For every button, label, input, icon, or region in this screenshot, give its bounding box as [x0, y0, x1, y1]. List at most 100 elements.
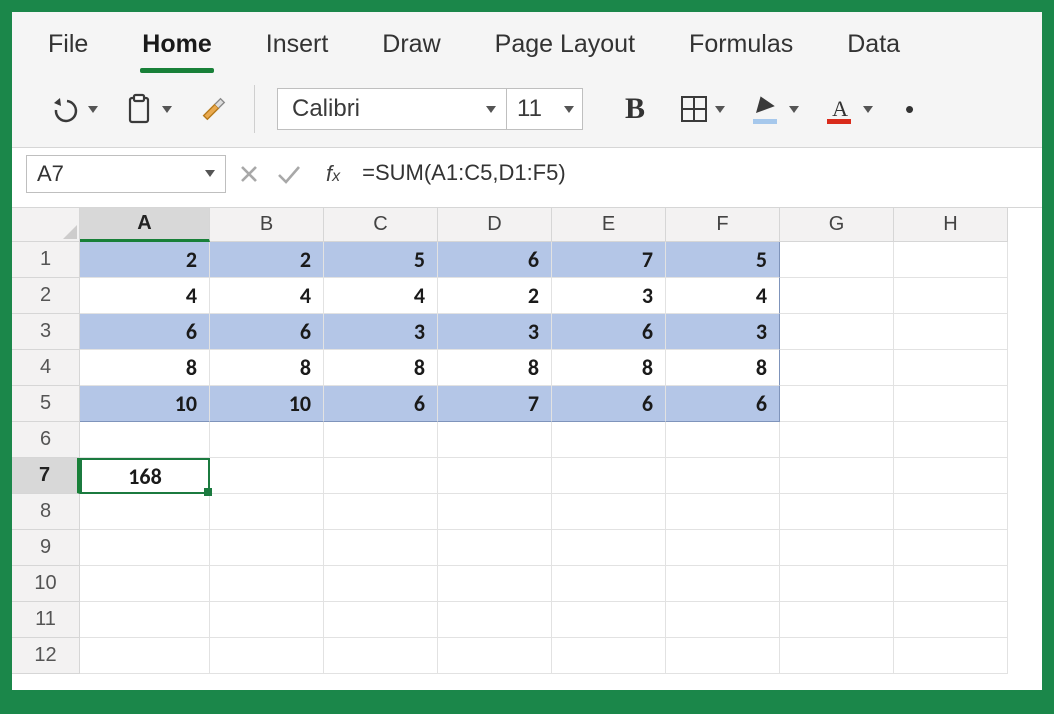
cell-H3[interactable]: [894, 314, 1008, 350]
cell-C5[interactable]: 6: [324, 386, 438, 422]
row-header-3[interactable]: 3: [12, 314, 80, 350]
cell-F10[interactable]: [666, 566, 780, 602]
tab-home[interactable]: Home: [140, 26, 213, 63]
cell-B2[interactable]: 4: [210, 278, 324, 314]
cell-D11[interactable]: [438, 602, 552, 638]
cell-G5[interactable]: [780, 386, 894, 422]
tab-formulas[interactable]: Formulas: [687, 26, 795, 63]
cell-H6[interactable]: [894, 422, 1008, 458]
col-header-B[interactable]: B: [210, 208, 324, 242]
row-header-1[interactable]: 1: [12, 242, 80, 278]
cell-H7[interactable]: [894, 458, 1008, 494]
cell-E4[interactable]: 8: [552, 350, 666, 386]
cell-A12[interactable]: [80, 638, 210, 674]
row-header-9[interactable]: 9: [12, 530, 80, 566]
cell-A10[interactable]: [80, 566, 210, 602]
cell-D4[interactable]: 8: [438, 350, 552, 386]
select-all-corner[interactable]: [12, 208, 80, 242]
cell-B8[interactable]: [210, 494, 324, 530]
accept-formula-icon[interactable]: [276, 163, 302, 185]
undo-button[interactable]: [46, 90, 102, 128]
cell-C4[interactable]: 8: [324, 350, 438, 386]
fx-icon[interactable]: fx: [326, 161, 340, 187]
cell-B1[interactable]: 2: [210, 242, 324, 278]
cell-F6[interactable]: [666, 422, 780, 458]
cell-G10[interactable]: [780, 566, 894, 602]
cancel-formula-icon[interactable]: [238, 163, 260, 185]
row-header-4[interactable]: 4: [12, 350, 80, 386]
cell-E12[interactable]: [552, 638, 666, 674]
cell-D5[interactable]: 7: [438, 386, 552, 422]
cell-F1[interactable]: 5: [666, 242, 780, 278]
cell-D1[interactable]: 6: [438, 242, 552, 278]
cell-A2[interactable]: 4: [80, 278, 210, 314]
cell-H11[interactable]: [894, 602, 1008, 638]
cell-F2[interactable]: 4: [666, 278, 780, 314]
cell-C7[interactable]: [324, 458, 438, 494]
col-header-F[interactable]: F: [666, 208, 780, 242]
tab-insert[interactable]: Insert: [264, 26, 331, 63]
cell-E8[interactable]: [552, 494, 666, 530]
font-name-select[interactable]: Calibri: [277, 88, 507, 130]
tab-page-layout[interactable]: Page Layout: [493, 26, 637, 63]
cell-D12[interactable]: [438, 638, 552, 674]
row-header-8[interactable]: 8: [12, 494, 80, 530]
col-header-C[interactable]: C: [324, 208, 438, 242]
cell-G4[interactable]: [780, 350, 894, 386]
cell-C11[interactable]: [324, 602, 438, 638]
cell-C9[interactable]: [324, 530, 438, 566]
cell-F3[interactable]: 3: [666, 314, 780, 350]
row-header-5[interactable]: 5: [12, 386, 80, 422]
cell-A7[interactable]: 168: [80, 458, 210, 494]
col-header-H[interactable]: H: [894, 208, 1008, 242]
cell-F7[interactable]: [666, 458, 780, 494]
cell-B10[interactable]: [210, 566, 324, 602]
cell-E6[interactable]: [552, 422, 666, 458]
cell-H12[interactable]: [894, 638, 1008, 674]
cell-A3[interactable]: 6: [80, 314, 210, 350]
col-header-E[interactable]: E: [552, 208, 666, 242]
cell-H2[interactable]: [894, 278, 1008, 314]
cell-G12[interactable]: [780, 638, 894, 674]
cell-H5[interactable]: [894, 386, 1008, 422]
cell-F8[interactable]: [666, 494, 780, 530]
paste-button[interactable]: [120, 90, 176, 128]
cell-B4[interactable]: 8: [210, 350, 324, 386]
cell-A9[interactable]: [80, 530, 210, 566]
cell-G8[interactable]: [780, 494, 894, 530]
cell-C8[interactable]: [324, 494, 438, 530]
row-header-6[interactable]: 6: [12, 422, 80, 458]
cell-C12[interactable]: [324, 638, 438, 674]
cell-F4[interactable]: 8: [666, 350, 780, 386]
cell-A1[interactable]: 2: [80, 242, 210, 278]
more-icon[interactable]: •: [895, 94, 914, 125]
cell-B7[interactable]: [210, 458, 324, 494]
cell-D6[interactable]: [438, 422, 552, 458]
cell-B9[interactable]: [210, 530, 324, 566]
cell-G6[interactable]: [780, 422, 894, 458]
cell-C3[interactable]: 3: [324, 314, 438, 350]
cell-F12[interactable]: [666, 638, 780, 674]
cell-G9[interactable]: [780, 530, 894, 566]
cell-E1[interactable]: 7: [552, 242, 666, 278]
cell-B11[interactable]: [210, 602, 324, 638]
cell-G7[interactable]: [780, 458, 894, 494]
cell-A11[interactable]: [80, 602, 210, 638]
font-size-select[interactable]: 11: [507, 88, 583, 130]
cell-B12[interactable]: [210, 638, 324, 674]
format-painter-button[interactable]: [194, 90, 232, 128]
cell-H1[interactable]: [894, 242, 1008, 278]
cell-G2[interactable]: [780, 278, 894, 314]
cell-H9[interactable]: [894, 530, 1008, 566]
cell-E10[interactable]: [552, 566, 666, 602]
cell-A6[interactable]: [80, 422, 210, 458]
fill-color-button[interactable]: [747, 90, 803, 128]
cell-H10[interactable]: [894, 566, 1008, 602]
cell-G1[interactable]: [780, 242, 894, 278]
cell-E9[interactable]: [552, 530, 666, 566]
cell-D10[interactable]: [438, 566, 552, 602]
cell-B5[interactable]: 10: [210, 386, 324, 422]
row-header-12[interactable]: 12: [12, 638, 80, 674]
cell-F11[interactable]: [666, 602, 780, 638]
cell-C6[interactable]: [324, 422, 438, 458]
